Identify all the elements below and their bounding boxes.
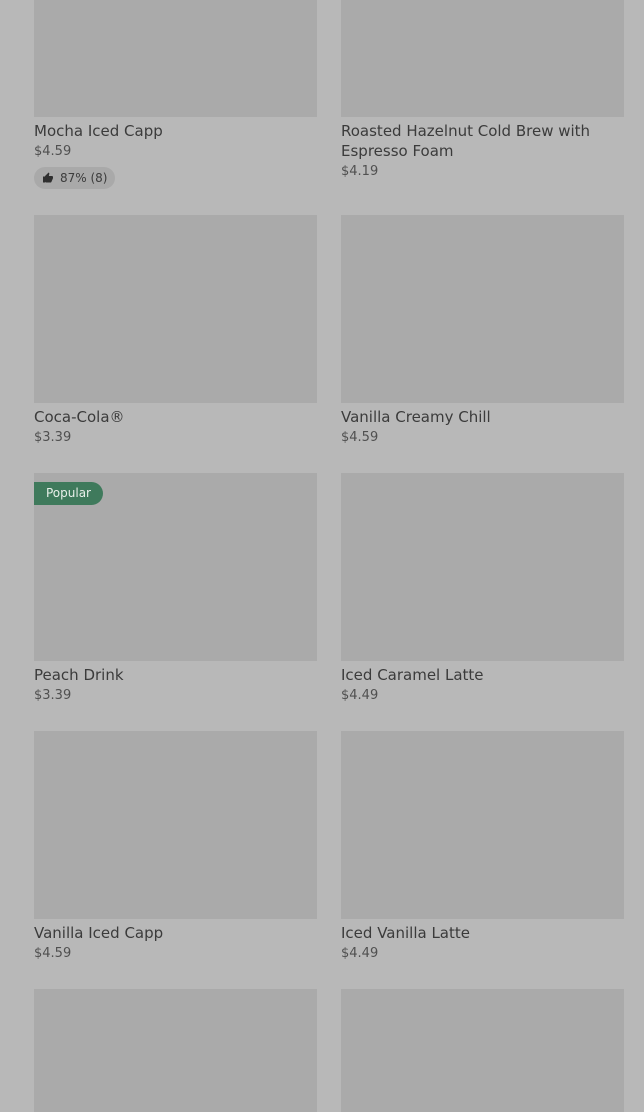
product-title: Iced Caramel Latte — [341, 666, 484, 684]
product-image[interactable] — [34, 731, 317, 919]
product-price: $4.19 — [341, 164, 379, 179]
product-card-iced-vanilla-latte[interactable]: Iced Vanilla Latte $4.49 — [341, 731, 624, 963]
product-card[interactable] — [341, 989, 624, 1112]
rating-text: 87% (8) — [60, 171, 108, 185]
product-card-mocha-iced-capp[interactable]: Mocha Iced Capp $4.59 87% (8) — [34, 0, 317, 189]
product-card-coca-cola[interactable]: Coca-Cola® $3.39 — [34, 215, 317, 447]
product-grid: Mocha Iced Capp $4.59 87% (8) Roasted Ha… — [0, 0, 644, 1112]
product-image[interactable] — [341, 215, 624, 403]
thumbs-up-icon — [43, 172, 53, 183]
product-price: $4.49 — [341, 946, 379, 961]
product-card-peach-drink[interactable]: Popular Peach Drink $3.39 — [34, 473, 317, 705]
product-title: Peach Drink — [34, 666, 124, 684]
product-price: $4.59 — [34, 144, 72, 159]
product-card-iced-caramel-latte[interactable]: Iced Caramel Latte $4.49 — [341, 473, 624, 705]
product-card-vanilla-iced-capp[interactable]: Vanilla Iced Capp $4.59 — [34, 731, 317, 963]
product-image[interactable] — [34, 989, 317, 1112]
product-price: $4.49 — [341, 688, 379, 703]
product-image[interactable]: Popular — [34, 473, 317, 661]
product-title: Iced Vanilla Latte — [341, 924, 470, 942]
product-title: Mocha Iced Capp — [34, 122, 163, 140]
product-card-vanilla-creamy-chill[interactable]: Vanilla Creamy Chill $4.59 — [341, 215, 624, 447]
product-image[interactable] — [341, 731, 624, 919]
product-image[interactable] — [341, 989, 624, 1112]
product-image[interactable] — [341, 473, 624, 661]
product-card[interactable] — [34, 989, 317, 1112]
product-title: Vanilla Creamy Chill — [341, 408, 491, 426]
rating-badge: 87% (8) — [34, 167, 116, 189]
product-card-roasted-hazelnut-cold-brew[interactable]: Roasted Hazelnut Cold Brew with Espresso… — [341, 0, 624, 181]
product-image[interactable] — [34, 0, 317, 117]
popular-badge: Popular — [34, 482, 103, 505]
product-title: Roasted Hazelnut Cold Brew with Espresso… — [341, 122, 591, 160]
product-title: Coca-Cola® — [34, 408, 125, 426]
product-price: $3.39 — [34, 688, 72, 703]
product-price: $3.39 — [34, 430, 72, 445]
product-image[interactable] — [34, 215, 317, 403]
product-price: $4.59 — [341, 430, 379, 445]
product-image[interactable] — [341, 0, 624, 117]
product-title: Vanilla Iced Capp — [34, 924, 164, 942]
product-price: $4.59 — [34, 946, 72, 961]
